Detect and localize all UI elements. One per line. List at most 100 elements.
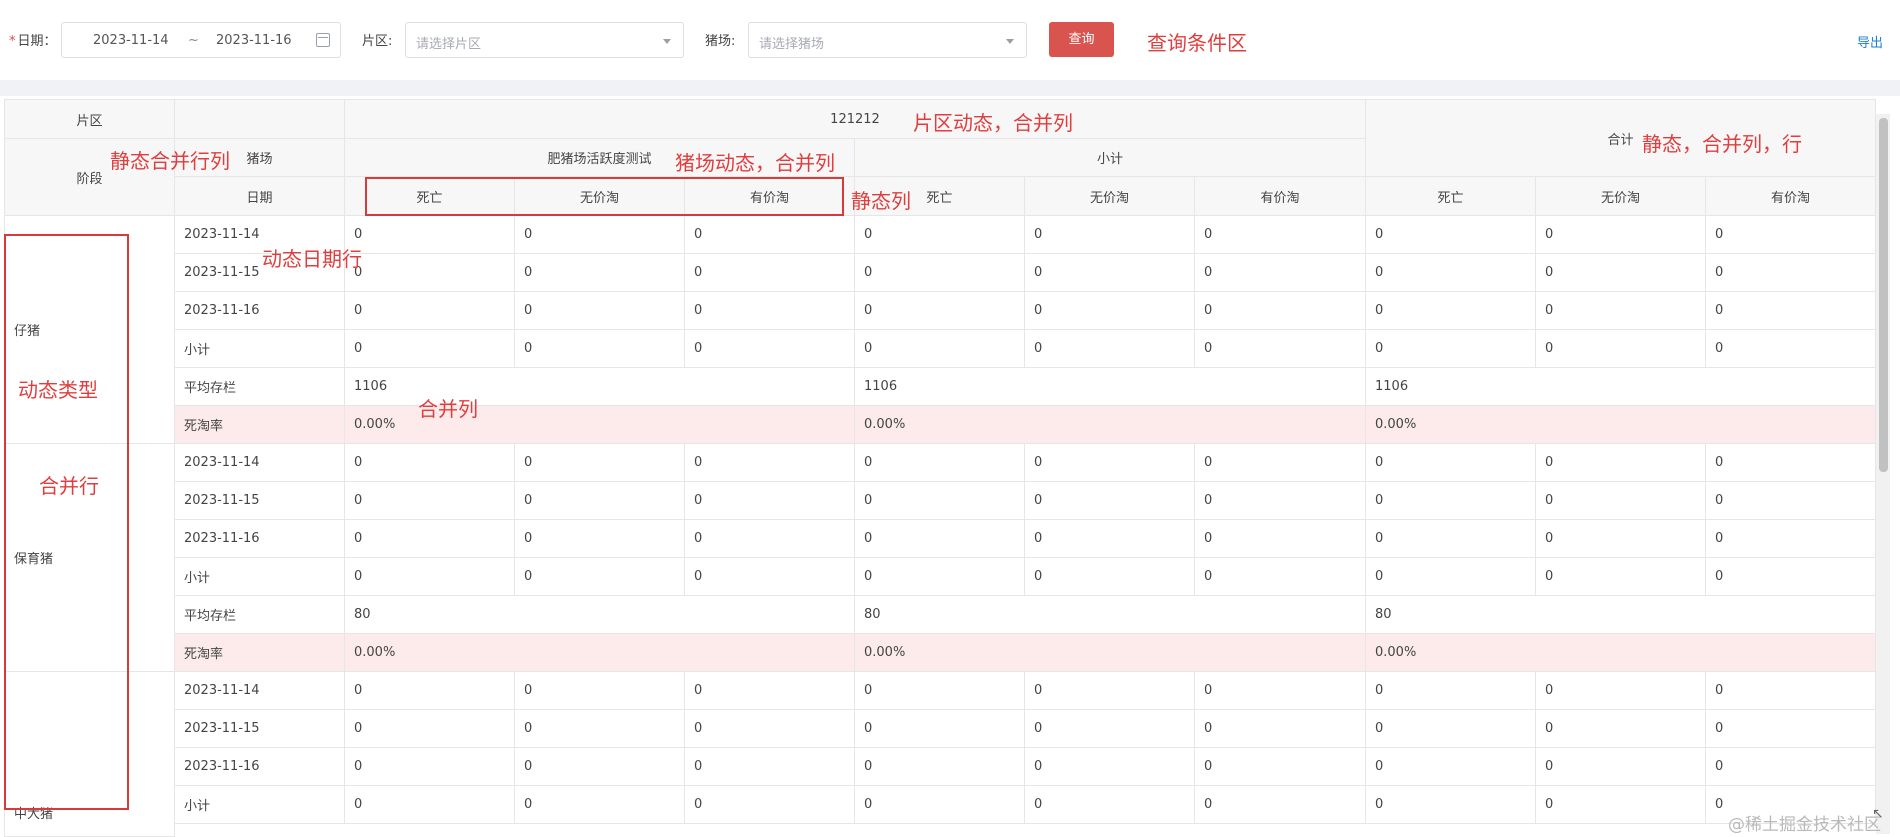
value-cell: 0 — [1025, 216, 1195, 254]
area-select[interactable]: 请选择片区 — [405, 22, 684, 58]
value-cell: 0 — [1536, 292, 1706, 330]
value-cell: 0 — [1195, 292, 1366, 330]
value-cell: 0 — [1195, 254, 1366, 292]
value-cell: 0 — [1366, 254, 1536, 292]
row-label: 小计 — [175, 558, 345, 596]
chevron-down-icon[interactable] — [1006, 39, 1014, 44]
value-cell: 0 — [1536, 254, 1706, 292]
value-cell: 0 — [1195, 330, 1366, 368]
value-cell: 0 — [515, 482, 685, 520]
export-link[interactable]: 导出 — [1857, 32, 1883, 51]
value-cell: 0 — [1366, 710, 1536, 748]
value-cell: 0 — [1366, 520, 1536, 558]
header-date: 日期 — [175, 177, 345, 216]
value-cell: 0 — [1025, 292, 1195, 330]
value-cell: 0 — [1195, 216, 1366, 254]
value-cell: 0 — [515, 330, 685, 368]
annotation-dynamic-type: 动态类型 — [18, 378, 98, 402]
merged-value-cell: 0.00% — [855, 406, 1366, 444]
value-cell: 0 — [855, 292, 1025, 330]
filter-bar: * 日期： 2023-11-14 ~ 2023-11-16 片区: 请选择片区 猪… — [0, 0, 1900, 80]
value-cell: 0 — [1706, 748, 1876, 786]
value-cell: 0 — [1025, 254, 1195, 292]
annotation-merge-row: 合并行 — [39, 474, 99, 498]
value-cell: 0 — [855, 254, 1025, 292]
value-cell: 0 — [1366, 330, 1536, 368]
value-cell: 0 — [345, 558, 515, 596]
value-cell: 0 — [1706, 558, 1876, 596]
value-cell: 0 — [515, 748, 685, 786]
value-cell: 0 — [515, 216, 685, 254]
value-cell: 0 — [1025, 748, 1195, 786]
header-metric: 有价淘 — [1195, 177, 1366, 216]
value-cell: 0 — [1195, 482, 1366, 520]
value-cell: 0 — [345, 330, 515, 368]
value-cell: 0 — [1536, 786, 1706, 824]
value-cell: 0 — [1536, 748, 1706, 786]
area-select-placeholder: 请选择片区 — [416, 37, 482, 52]
value-cell: 0 — [1025, 558, 1195, 596]
value-cell: 0 — [345, 482, 515, 520]
value-cell: 0 — [1195, 748, 1366, 786]
annotation-area-dynamic: 片区动态，合并列 — [913, 111, 1073, 135]
value-cell: 0 — [515, 672, 685, 710]
required-mark: * — [9, 34, 16, 49]
value-cell: 0 — [685, 710, 855, 748]
value-cell: 0 — [345, 216, 515, 254]
annotation-total-static: 静态，合并列，行 — [1642, 132, 1802, 156]
value-cell: 0 — [1366, 216, 1536, 254]
value-cell: 0 — [1025, 710, 1195, 748]
merged-value-cell: 80 — [345, 596, 855, 634]
value-cell: 0 — [1536, 216, 1706, 254]
date-range-picker[interactable]: 2023-11-14 ~ 2023-11-16 — [61, 22, 341, 58]
annotation-query-area: 查询条件区 — [1147, 31, 1247, 55]
header-blank — [175, 100, 345, 139]
value-cell: 0 — [1366, 292, 1536, 330]
value-cell: 0 — [1366, 672, 1536, 710]
query-button[interactable]: 查询 — [1049, 22, 1114, 57]
value-cell: 0 — [855, 710, 1025, 748]
scrollbar-thumb[interactable] — [1879, 118, 1888, 472]
value-cell: 0 — [1536, 330, 1706, 368]
value-cell: 0 — [685, 672, 855, 710]
calendar-icon[interactable] — [316, 33, 330, 47]
value-cell: 0 — [855, 482, 1025, 520]
value-cell: 0 — [855, 672, 1025, 710]
value-cell: 0 — [345, 748, 515, 786]
row-label: 死淘率 — [175, 634, 345, 672]
value-cell: 0 — [1706, 292, 1876, 330]
date-start[interactable]: 2023-11-14 — [93, 33, 169, 48]
value-cell: 0 — [1366, 482, 1536, 520]
row-label: 平均存栏 — [175, 368, 345, 406]
row-label: 2023-11-16 — [175, 748, 345, 786]
row-label: 2023-11-15 — [175, 482, 345, 520]
value-cell: 0 — [345, 786, 515, 824]
value-cell: 0 — [685, 292, 855, 330]
value-cell: 0 — [685, 520, 855, 558]
value-cell: 0 — [1536, 482, 1706, 520]
value-cell: 0 — [1536, 520, 1706, 558]
value-cell: 0 — [515, 444, 685, 482]
value-cell: 0 — [1025, 672, 1195, 710]
merged-value-cell: 0.00% — [1366, 634, 1876, 672]
row-label: 小计 — [175, 330, 345, 368]
value-cell: 0 — [345, 292, 515, 330]
value-cell: 0 — [345, 444, 515, 482]
merged-value-cell: 80 — [1366, 596, 1876, 634]
farm-select-placeholder: 请选择猪场 — [759, 37, 825, 52]
row-label: 死淘率 — [175, 406, 345, 444]
value-cell: 0 — [1536, 710, 1706, 748]
value-cell: 0 — [855, 520, 1025, 558]
value-cell: 0 — [1706, 482, 1876, 520]
row-label: 2023-11-16 — [175, 292, 345, 330]
merged-value-cell: 0.00% — [345, 634, 855, 672]
farm-select[interactable]: 请选择猪场 — [748, 22, 1027, 58]
value-cell: 0 — [1025, 482, 1195, 520]
value-cell: 0 — [515, 558, 685, 596]
chevron-down-icon[interactable] — [663, 39, 671, 44]
value-cell: 0 — [1195, 558, 1366, 596]
value-cell: 0 — [1366, 444, 1536, 482]
value-cell: 0 — [345, 254, 515, 292]
value-cell: 0 — [515, 292, 685, 330]
date-end[interactable]: 2023-11-16 — [216, 33, 292, 48]
